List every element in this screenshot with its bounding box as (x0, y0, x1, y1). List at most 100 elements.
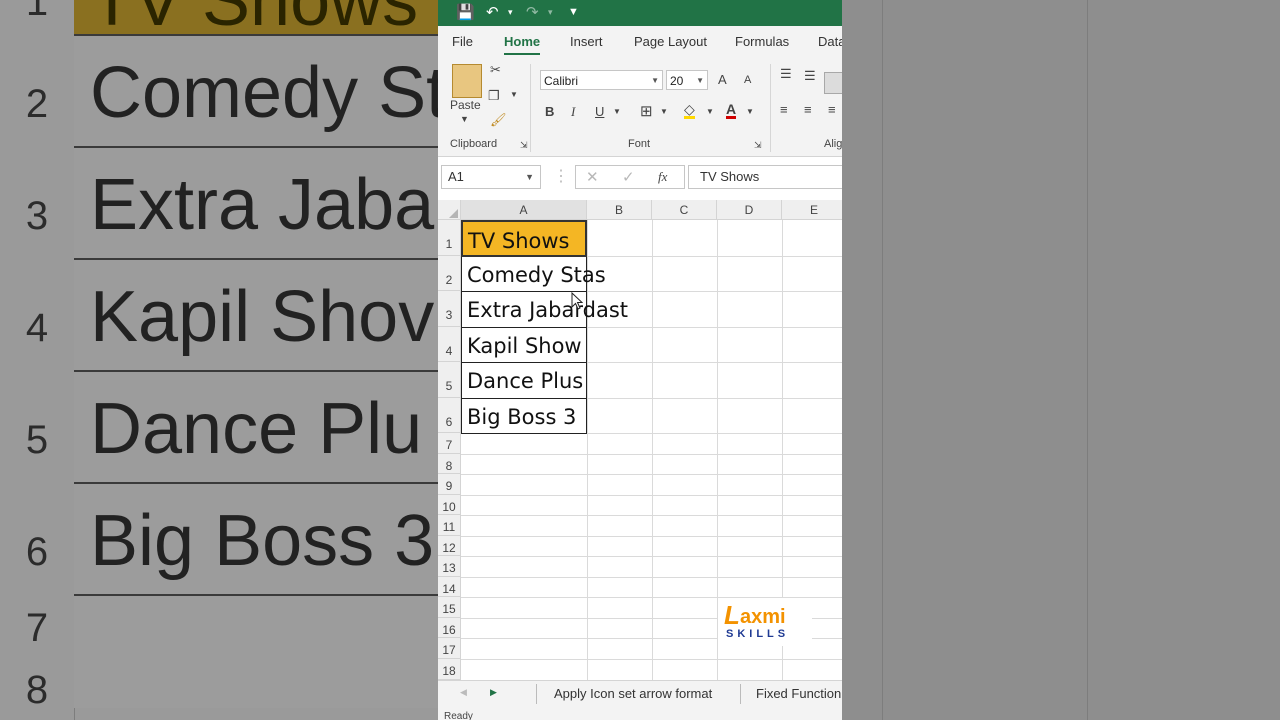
row-header[interactable]: 18 (438, 659, 461, 680)
select-all-corner[interactable] (438, 200, 461, 220)
gridline (461, 495, 842, 496)
customize-qat-icon[interactable]: ▼ (568, 6, 579, 18)
cell-a2[interactable]: Comedy Stas (461, 257, 606, 292)
row-header[interactable]: 15 (438, 597, 461, 618)
save-icon[interactable]: 💾 (456, 3, 475, 21)
worksheet-grid[interactable]: A B C D E 1 2 3 4 5 6 7 8 9 10 11 12 13 … (438, 200, 842, 680)
insert-function-button[interactable]: fx (658, 169, 667, 185)
cut-icon[interactable]: ✂ (490, 62, 501, 78)
underline-button[interactable]: U (595, 104, 604, 119)
background-zoom-right (842, 0, 1280, 720)
status-bar: Ready (438, 708, 842, 720)
cell-a5[interactable]: Dance Plus (461, 363, 587, 399)
italic-button[interactable]: I (571, 104, 575, 120)
align-left-icon[interactable]: ≡ (780, 102, 788, 117)
row-header[interactable]: 9 (438, 474, 461, 495)
paste-dropdown-icon[interactable]: ▼ (460, 114, 469, 124)
paste-icon[interactable] (452, 64, 482, 98)
row-header[interactable]: 10 (438, 495, 461, 515)
redo-dropdown-icon[interactable]: ▾ (548, 7, 553, 18)
ribbon-separator (770, 64, 771, 152)
status-text: Ready (444, 711, 473, 720)
tab-file[interactable]: File (452, 34, 473, 49)
fill-color-dropdown-icon[interactable]: ▼ (706, 107, 714, 116)
logo-letter: L (724, 600, 740, 630)
copy-icon[interactable]: ❐ (488, 88, 500, 104)
row-header[interactable]: 14 (438, 577, 461, 597)
row-header[interactable]: 16 (438, 618, 461, 638)
undo-icon[interactable]: ↶ (486, 3, 499, 21)
align-middle-icon[interactable]: ☰ (804, 68, 816, 84)
tab-formulas[interactable]: Formulas (735, 34, 789, 49)
align-center-icon[interactable]: ≡ (804, 102, 812, 117)
tab-page-layout[interactable]: Page Layout (634, 34, 707, 49)
cell-a3[interactable]: Extra Jabardast (461, 292, 628, 328)
bg-gridline (1087, 0, 1088, 720)
column-header-d[interactable]: D (717, 200, 782, 220)
increase-font-button[interactable]: A (718, 72, 727, 87)
row-header[interactable]: 2 (438, 256, 461, 291)
cell-a4[interactable]: Kapil Show (461, 328, 587, 363)
row-header[interactable]: 13 (438, 556, 461, 577)
tab-divider (536, 684, 537, 704)
row-header[interactable]: 12 (438, 536, 461, 556)
font-size-value: 20 (670, 74, 684, 88)
column-header-b[interactable]: B (587, 200, 652, 220)
sheet-tab-fixed-function[interactable]: Fixed Function (756, 686, 841, 701)
row-header[interactable]: 3 (438, 291, 461, 327)
underline-dropdown-icon[interactable]: ▼ (613, 107, 621, 116)
tab-data[interactable]: Data (818, 34, 842, 49)
redo-icon[interactable]: ↷ (526, 3, 539, 21)
gridline (652, 220, 653, 680)
bg-text-4: Kapil Shov (90, 277, 435, 357)
column-header-c[interactable]: C (652, 200, 717, 220)
scroll-sheets-right-icon[interactable]: ▶ (490, 687, 497, 698)
alignment-group-label: Alig (824, 138, 842, 150)
column-header-a[interactable]: A (461, 200, 587, 220)
font-launcher-icon[interactable]: ⇲ (754, 140, 762, 151)
paste-button[interactable]: Paste (450, 98, 481, 112)
row-header[interactable]: 11 (438, 515, 461, 536)
align-bottom-button[interactable] (824, 72, 842, 94)
cell-a6[interactable]: Big Boss 3 (461, 399, 587, 434)
row-header[interactable]: 5 (438, 362, 461, 398)
row-header[interactable]: 1 (438, 220, 461, 256)
laxmi-skills-logo: L axmi SKILLS (718, 598, 812, 646)
bg-cell-7 (74, 594, 438, 708)
row-header[interactable]: 8 (438, 454, 461, 474)
bg-rownum-4: 4 (25, 306, 49, 350)
cell-a1[interactable]: TV Shows (461, 220, 587, 257)
format-painter-icon[interactable]: 🖌 (490, 112, 507, 128)
font-name-select[interactable]: Calibri ▼ (540, 70, 663, 90)
more-options-icon: ⋮ (553, 168, 569, 185)
scroll-sheets-left-icon[interactable]: ◀ (460, 687, 467, 698)
tab-home[interactable]: Home (504, 34, 541, 55)
bold-button[interactable]: B (545, 104, 554, 119)
bg-gridline (882, 0, 883, 720)
row-header[interactable]: 17 (438, 638, 461, 659)
copy-dropdown-icon[interactable]: ▼ (510, 90, 518, 99)
sheet-tab-icon-set[interactable]: Apply Icon set arrow format (554, 686, 712, 701)
cancel-icon[interactable]: ✕ (586, 168, 599, 186)
font-size-select[interactable]: 20 ▼ (666, 70, 708, 90)
align-top-icon[interactable]: ☰ (780, 66, 792, 82)
logo-subtitle: SKILLS (726, 628, 790, 640)
decrease-font-button[interactable]: A (744, 74, 751, 86)
clipboard-group-label: Clipboard (450, 138, 498, 150)
column-header-e[interactable]: E (782, 200, 842, 220)
clipboard-launcher-icon[interactable]: ⇲ (520, 140, 528, 151)
formula-input[interactable]: TV Shows (688, 165, 842, 189)
row-header[interactable]: 4 (438, 327, 461, 362)
row-header[interactable]: 7 (438, 433, 461, 454)
fill-color-icon[interactable]: ◇ (684, 102, 695, 119)
enter-icon[interactable]: ✓ (622, 168, 635, 186)
row-header[interactable]: 6 (438, 398, 461, 433)
align-right-icon[interactable]: ≡ (828, 102, 836, 117)
name-box[interactable]: A1 ▼ (441, 165, 541, 189)
font-color-dropdown-icon[interactable]: ▼ (746, 107, 754, 116)
borders-icon[interactable]: ⊞ (640, 102, 653, 120)
tab-insert[interactable]: Insert (570, 34, 603, 49)
undo-dropdown-icon[interactable]: ▾ (508, 7, 513, 18)
font-color-icon[interactable]: A (726, 102, 737, 119)
borders-dropdown-icon[interactable]: ▼ (660, 107, 668, 116)
